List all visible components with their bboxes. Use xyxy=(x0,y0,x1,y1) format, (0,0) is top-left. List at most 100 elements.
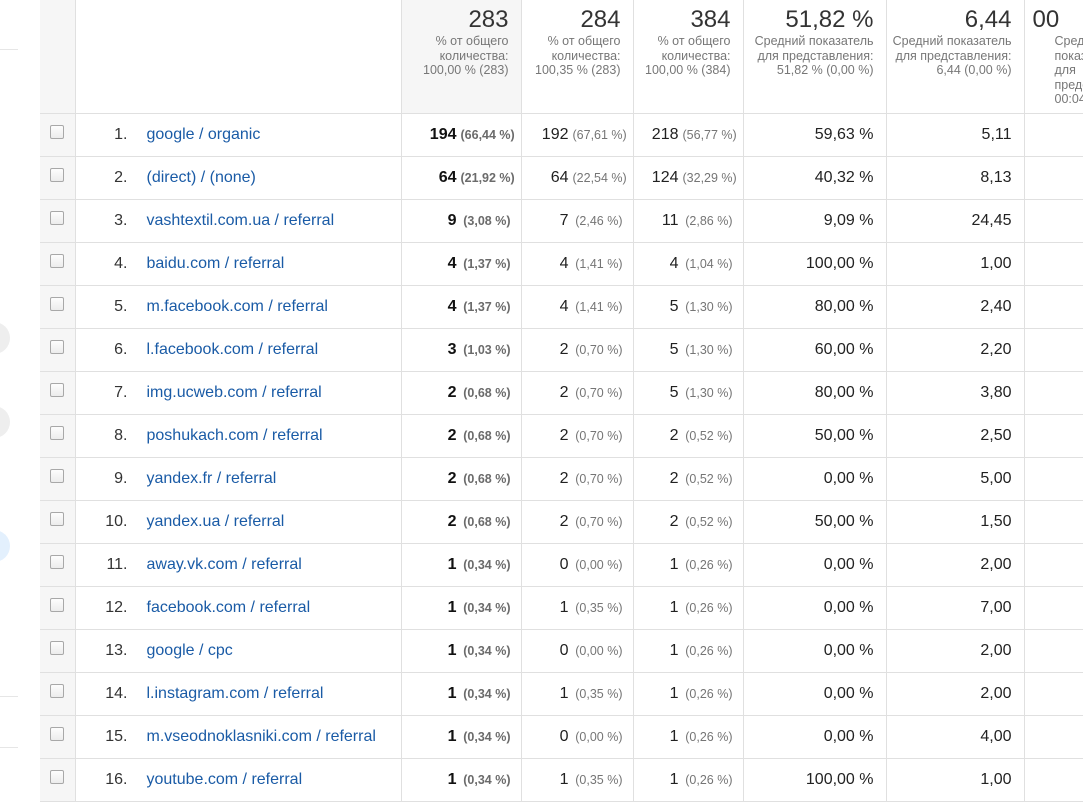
source-medium-link[interactable]: yandex.fr / referral xyxy=(147,470,277,488)
checkbox-icon[interactable] xyxy=(50,297,64,311)
checkbox-icon[interactable] xyxy=(50,770,64,784)
checkbox-icon[interactable] xyxy=(50,426,64,440)
metric-value: 1 xyxy=(670,685,679,702)
row-checkbox-cell xyxy=(40,114,75,157)
checkbox-icon[interactable] xyxy=(50,684,64,698)
metric-5-cell: 3,80 xyxy=(886,372,1024,415)
row-number: 11. xyxy=(76,556,128,574)
checkbox-icon[interactable] xyxy=(50,168,64,182)
row-checkbox-cell xyxy=(40,544,75,587)
source-medium-link[interactable]: away.vk.com / referral xyxy=(147,556,302,574)
source-cell: 3.vashtextil.com.ua / referral xyxy=(75,200,401,243)
checkbox-icon[interactable] xyxy=(50,254,64,268)
source-cell: 1.google / organic xyxy=(75,114,401,157)
source-medium-link[interactable]: google / organic xyxy=(147,126,261,144)
source-medium-link[interactable]: facebook.com / referral xyxy=(147,599,311,617)
source-cell: 12. facebook.com / referral xyxy=(75,587,401,630)
metric-value: 192 xyxy=(542,126,569,143)
metric-3-cell: 1(0,26 %) xyxy=(633,759,743,802)
metric-value: 2 xyxy=(448,384,457,401)
checkbox-icon[interactable] xyxy=(50,211,64,225)
source-medium-link[interactable]: yandex.ua / referral xyxy=(147,513,285,531)
metric-2-cell: 4(1,41 %) xyxy=(521,243,633,286)
nav-icon[interactable] xyxy=(0,322,10,354)
header-metric-4[interactable]: 51,82 % Средний показатель для представл… xyxy=(743,0,886,114)
metric-2-cell: 1(0,35 %) xyxy=(521,673,633,716)
table-row: 8.poshukach.com / referral2(0,68 %)2(0,7… xyxy=(40,415,1083,458)
metric-percent: (3,08 %) xyxy=(461,214,511,228)
source-medium-link[interactable]: google / cpc xyxy=(147,642,233,660)
metric-value: 1 xyxy=(448,599,457,616)
checkbox-icon[interactable] xyxy=(50,383,64,397)
source-medium-link[interactable]: (direct) / (none) xyxy=(147,169,256,187)
row-number: 12. xyxy=(76,599,128,617)
row-number: 10. xyxy=(76,513,128,531)
metric-1-cell: 1(0,34 %) xyxy=(401,759,521,802)
source-medium-link[interactable]: poshukach.com / referral xyxy=(147,427,323,445)
metric-value: 1 xyxy=(560,685,569,702)
metric-percent: (2,86 %) xyxy=(683,214,733,228)
header-metric-3[interactable]: 384 % от общего количества: 100,00 % (38… xyxy=(633,0,743,114)
metric-1-cell: 3(1,03 %) xyxy=(401,329,521,372)
metric-total-note: Средний показатель для представления: 00… xyxy=(1055,34,1083,107)
checkbox-icon[interactable] xyxy=(50,555,64,569)
metric-2-cell: 2(0,70 %) xyxy=(521,458,633,501)
row-checkbox-cell xyxy=(40,716,75,759)
checkbox-icon[interactable] xyxy=(50,340,64,354)
metric-value: 2 xyxy=(560,341,569,358)
metric-1-cell: 4(1,37 %) xyxy=(401,286,521,329)
metric-5-cell: 8,13 xyxy=(886,157,1024,200)
source-medium-link[interactable]: youtube.com / referral xyxy=(147,771,303,789)
table-row: 16.youtube.com / referral1(0,34 %)1(0,35… xyxy=(40,759,1083,802)
checkbox-icon[interactable] xyxy=(50,727,64,741)
divider xyxy=(0,696,18,697)
checkbox-icon[interactable] xyxy=(50,512,64,526)
checkbox-icon[interactable] xyxy=(50,641,64,655)
metric-percent: (0,34 %) xyxy=(461,773,511,787)
table-row: 12.facebook.com / referral1(0,34 %)1(0,3… xyxy=(40,587,1083,630)
metric-total: 6,44 xyxy=(891,6,1012,34)
source-medium-link[interactable]: l.instagram.com / referral xyxy=(147,685,324,703)
source-medium-link[interactable]: baidu.com / referral xyxy=(147,255,285,273)
metric-percent: (0,00 %) xyxy=(573,644,623,658)
checkbox-icon[interactable] xyxy=(50,469,64,483)
source-medium-link[interactable]: m.facebook.com / referral xyxy=(147,298,328,316)
checkbox-icon[interactable] xyxy=(50,125,64,139)
metric-1-cell: 1(0,34 %) xyxy=(401,716,521,759)
metric-3-cell: 1(0,26 %) xyxy=(633,587,743,630)
source-cell: 6.l.facebook.com / referral xyxy=(75,329,401,372)
metric-6-cell xyxy=(1024,759,1083,802)
source-medium-link[interactable]: l.facebook.com / referral xyxy=(147,341,319,359)
metric-3-cell: 124(32,29 %) xyxy=(633,157,743,200)
metric-2-cell: 0(0,00 %) xyxy=(521,630,633,673)
checkbox-icon[interactable] xyxy=(50,598,64,612)
nav-icon[interactable] xyxy=(0,406,10,438)
metric-1-cell: 1(0,34 %) xyxy=(401,630,521,673)
metric-percent: (22,54 %) xyxy=(573,171,623,185)
header-metric-6[interactable]: 00 Средний показатель для представления:… xyxy=(1024,0,1083,114)
metric-4-cell: 80,00 % xyxy=(743,286,886,329)
nav-icon[interactable] xyxy=(0,530,10,562)
source-medium-link[interactable]: img.ucweb.com / referral xyxy=(147,384,322,402)
metric-6-cell xyxy=(1024,200,1083,243)
metric-percent: (0,68 %) xyxy=(461,386,511,400)
metric-percent: (0,34 %) xyxy=(461,644,511,658)
row-number: 5. xyxy=(76,298,128,316)
metric-value: 5 xyxy=(670,384,679,401)
metric-percent: (67,61 %) xyxy=(573,128,623,142)
source-medium-link[interactable]: m.vseodnoklasniki.com / referral xyxy=(147,728,376,746)
metric-4-cell: 100,00 % xyxy=(743,759,886,802)
metric-4-cell: 40,32 % xyxy=(743,157,886,200)
header-metric-1[interactable]: 283 % от общего количества: 100,00 % (28… xyxy=(401,0,521,114)
header-metric-5[interactable]: 6,44 Средний показатель для представлени… xyxy=(886,0,1024,114)
metric-percent: (1,37 %) xyxy=(461,257,511,271)
metric-total-note: % от общего количества: 100,35 % (283) xyxy=(526,34,621,78)
metric-percent: (0,70 %) xyxy=(573,472,623,486)
table-row: 6.l.facebook.com / referral3(1,03 %)2(0,… xyxy=(40,329,1083,372)
header-metric-2[interactable]: 284 % от общего количества: 100,35 % (28… xyxy=(521,0,633,114)
table-row: 3.vashtextil.com.ua / referral9(3,08 %)7… xyxy=(40,200,1083,243)
metric-5-cell: 1,50 xyxy=(886,501,1024,544)
source-medium-link[interactable]: vashtextil.com.ua / referral xyxy=(147,212,335,230)
report-table-container: 283 % от общего количества: 100,00 % (28… xyxy=(40,0,1083,794)
metric-3-cell: 4(1,04 %) xyxy=(633,243,743,286)
